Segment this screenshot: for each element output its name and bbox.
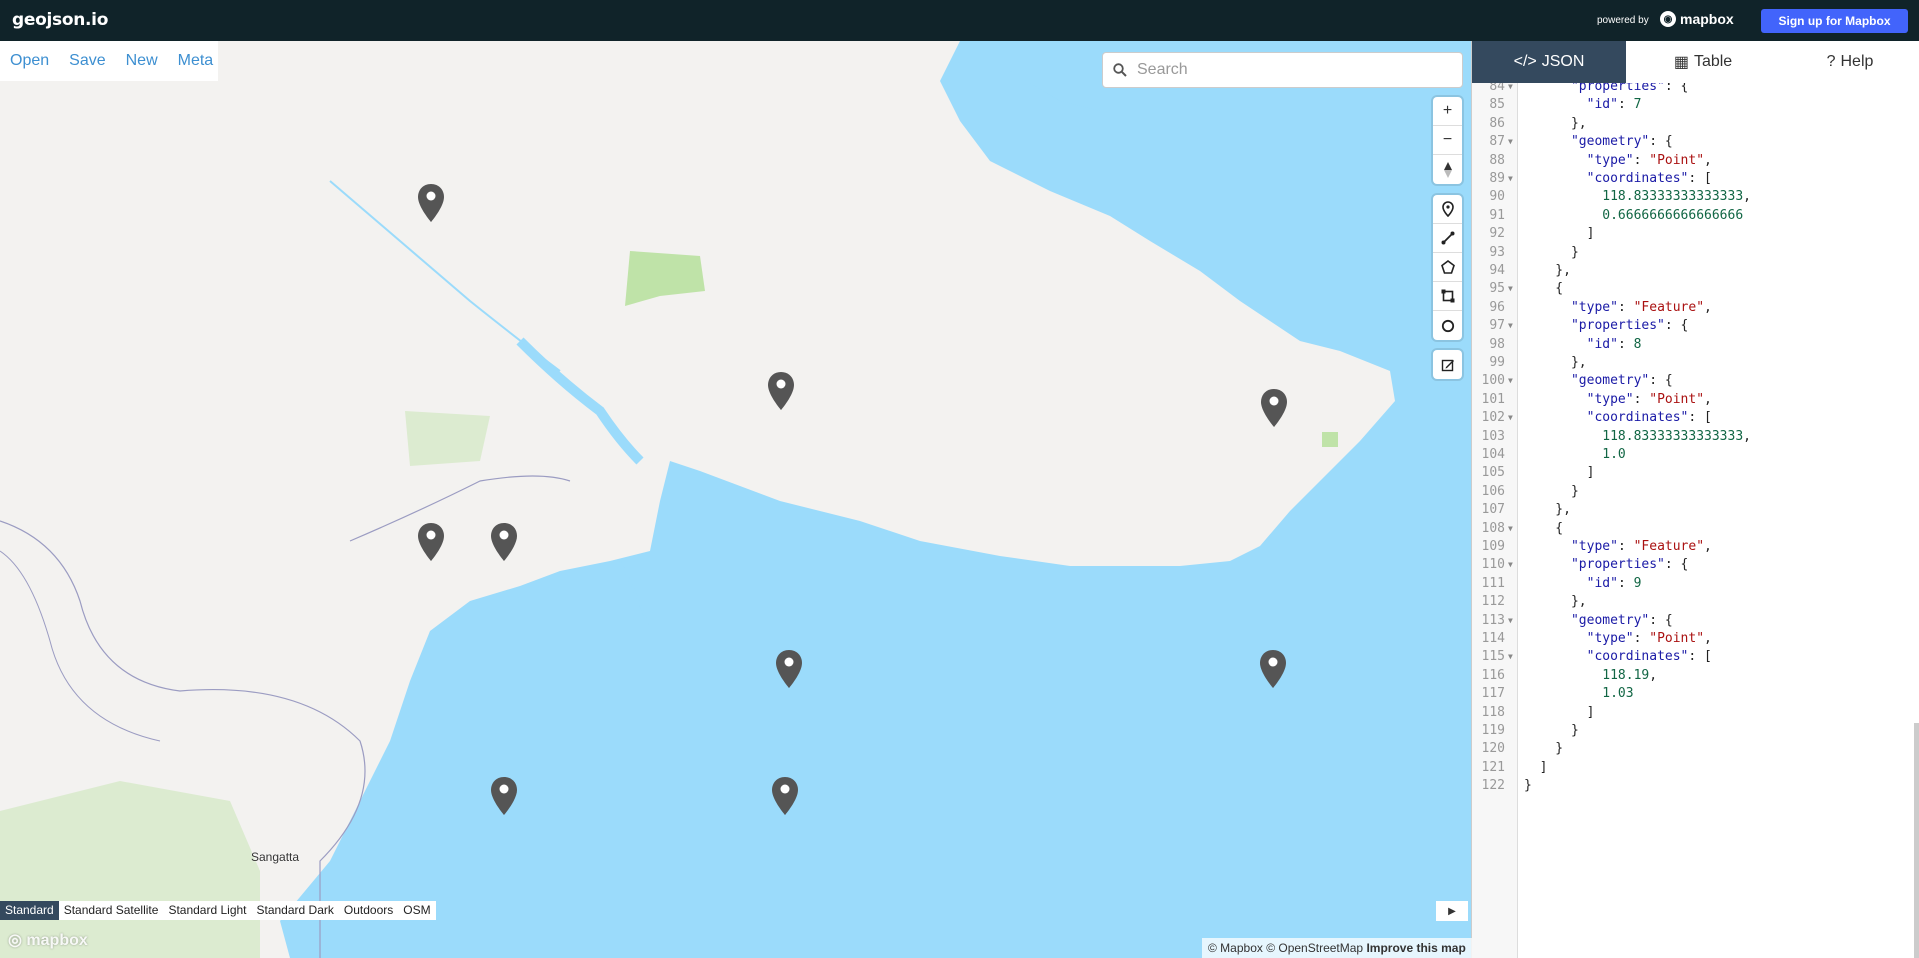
tab-table-label: Table bbox=[1693, 53, 1733, 70]
line-gutter: 84 ▼ 85 86 87 ▼ 88 89 ▼ 90 91 92 93 94 95 ▼ 96 97 ▼ 98 99 100… bbox=[1472, 83, 1518, 958]
open-menu-item[interactable]: Open bbox=[10, 52, 49, 70]
mapbox-watermark[interactable]: ◎ mapbox bbox=[8, 930, 88, 950]
map-marker[interactable] bbox=[771, 776, 799, 816]
line-number: 122 bbox=[1481, 778, 1505, 794]
side-panel: </> JSON ▦ Table ? Help 84 ▼ 85 86 87 ▼ 88 89 ▼ 9… bbox=[1471, 41, 1919, 958]
collapse-panel-button[interactable]: ▶ bbox=[1436, 901, 1468, 921]
file-menu: Open Save New Meta bbox=[0, 41, 218, 81]
attribution-text[interactable]: © Mapbox © OpenStreetMap bbox=[1208, 941, 1363, 955]
fold-arrow-icon[interactable]: ▼ bbox=[1508, 278, 1513, 300]
mapbox-logo-icon: ◉ bbox=[1660, 11, 1676, 27]
panel-tabs: </> JSON ▦ Table ? Help bbox=[1472, 41, 1919, 83]
fold-arrow-icon[interactable]: ▼ bbox=[1508, 407, 1513, 429]
editor-scrollbar[interactable] bbox=[1914, 723, 1919, 958]
chevron-right-icon: ▶ bbox=[1448, 905, 1456, 917]
draw-toolbar bbox=[1433, 195, 1462, 340]
meta-menu-item[interactable]: Meta bbox=[178, 52, 214, 70]
fold-arrow-icon[interactable]: ▼ bbox=[1508, 83, 1513, 98]
zoom-controls: + − bbox=[1433, 97, 1462, 184]
circle-icon[interactable] bbox=[1433, 311, 1462, 340]
map-marker[interactable] bbox=[1259, 649, 1287, 689]
help-icon: ? bbox=[1826, 53, 1836, 70]
edit-toolbar bbox=[1433, 350, 1462, 379]
tab-help-label: Help bbox=[1840, 53, 1874, 70]
fold-arrow-icon[interactable]: ▼ bbox=[1508, 370, 1513, 392]
map-canvas[interactable]: Sangatta bbox=[0, 41, 1471, 958]
mapbox-watermark-icon: ◎ bbox=[8, 932, 22, 949]
line-icon[interactable] bbox=[1433, 224, 1462, 253]
mapbox-brand-text: mapbox bbox=[1680, 11, 1734, 27]
search-box bbox=[1102, 52, 1463, 88]
zoom-in-icon[interactable]: + bbox=[1433, 97, 1462, 126]
fold-arrow-icon[interactable]: ▼ bbox=[1508, 315, 1513, 337]
code-line[interactable]: } bbox=[1524, 775, 1532, 797]
map-marker[interactable] bbox=[490, 522, 518, 562]
marker-icon[interactable] bbox=[1433, 195, 1462, 224]
style-option-standard-light[interactable]: Standard Light bbox=[163, 901, 251, 920]
tab-help[interactable]: ? Help bbox=[1780, 41, 1919, 83]
zoom-out-icon[interactable]: − bbox=[1433, 126, 1462, 155]
save-menu-item[interactable]: Save bbox=[69, 52, 105, 70]
table-icon: ▦ bbox=[1673, 54, 1689, 71]
tab-json-label: JSON bbox=[1541, 53, 1585, 70]
app-logo[interactable]: geojson.io bbox=[12, 10, 108, 30]
rectangle-icon[interactable] bbox=[1433, 282, 1462, 311]
style-option-standard[interactable]: Standard bbox=[0, 901, 59, 920]
compass-icon[interactable] bbox=[1433, 155, 1462, 184]
tab-json[interactable]: </> JSON bbox=[1472, 41, 1626, 83]
signup-button[interactable]: Sign up for Mapbox bbox=[1761, 9, 1908, 33]
map-marker[interactable] bbox=[490, 776, 518, 816]
place-label-sangatta: Sangatta bbox=[251, 850, 300, 864]
map-marker[interactable] bbox=[1260, 388, 1288, 428]
top-bar: geojson.io powered by ◉ mapbox Sign up f… bbox=[0, 0, 1919, 41]
style-option-outdoors[interactable]: Outdoors bbox=[339, 901, 398, 920]
new-menu-item[interactable]: New bbox=[126, 52, 158, 70]
mapbox-watermark-text: mapbox bbox=[26, 932, 88, 949]
edit-icon[interactable] bbox=[1433, 350, 1462, 379]
search-icon bbox=[1113, 63, 1127, 77]
mapbox-logo[interactable]: ◉ mapbox bbox=[1660, 11, 1734, 27]
json-editor[interactable]: 84 ▼ 85 86 87 ▼ 88 89 ▼ 90 91 92 93 94 95 ▼ 96 97 ▼ 98 99 100… bbox=[1472, 83, 1919, 958]
map-marker[interactable] bbox=[767, 371, 795, 411]
map-style-selector: Standard Standard Satellite Standard Lig… bbox=[0, 901, 436, 920]
polygon-icon[interactable] bbox=[1433, 253, 1462, 282]
style-option-standard-satellite[interactable]: Standard Satellite bbox=[59, 901, 164, 920]
powered-by-label: powered by bbox=[1597, 15, 1649, 26]
tab-table[interactable]: ▦ Table bbox=[1626, 41, 1780, 83]
code-icon: </> bbox=[1513, 53, 1537, 70]
improve-map-link[interactable]: Improve this map bbox=[1366, 941, 1465, 955]
fold-arrow-icon[interactable]: ▼ bbox=[1508, 610, 1513, 632]
fold-arrow-icon[interactable]: ▼ bbox=[1508, 518, 1513, 540]
fold-arrow-icon[interactable]: ▼ bbox=[1508, 131, 1513, 153]
map-attribution: © Mapbox © OpenStreetMap Improve this ma… bbox=[1202, 938, 1472, 958]
style-option-osm[interactable]: OSM bbox=[398, 901, 435, 920]
search-input[interactable] bbox=[1137, 61, 1437, 79]
style-option-standard-dark[interactable]: Standard Dark bbox=[252, 901, 339, 920]
map-basemap bbox=[0, 41, 1471, 958]
fold-arrow-icon[interactable]: ▼ bbox=[1508, 646, 1513, 668]
map-marker[interactable] bbox=[417, 522, 445, 562]
fold-arrow-icon[interactable]: ▼ bbox=[1508, 554, 1513, 576]
map-marker[interactable] bbox=[775, 649, 803, 689]
fold-arrow-icon[interactable]: ▼ bbox=[1508, 168, 1513, 190]
map-marker[interactable] bbox=[417, 183, 445, 223]
